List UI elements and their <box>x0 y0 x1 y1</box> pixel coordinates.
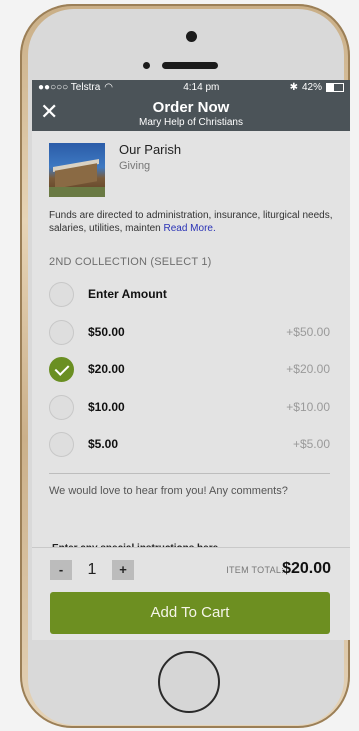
quantity-value: 1 <box>87 561 97 578</box>
app-screen: ●●○○○ Telstra ◠ 4:14 pm ✱ 42% ✕ Order No… <box>32 80 350 640</box>
option-50[interactable]: $50.00 +$50.00 <box>32 314 350 352</box>
option-20[interactable]: $20.00 +$20.00 <box>32 351 350 389</box>
battery-percent: 42% <box>301 81 322 93</box>
add-to-cart-button[interactable]: Add To Cart <box>50 592 330 634</box>
product-image <box>49 143 105 197</box>
option-price: +$50.00 <box>286 324 330 339</box>
bluetooth-icon: ✱ <box>289 81 298 93</box>
front-camera <box>186 31 197 42</box>
option-label: $5.00 <box>88 437 119 451</box>
front-sensor <box>143 62 150 69</box>
close-icon[interactable]: ✕ <box>40 101 58 123</box>
quantity-stepper: - 1 + <box>50 560 134 580</box>
option-label: $10.00 <box>88 399 125 414</box>
radio-button[interactable] <box>49 394 74 420</box>
decrement-button[interactable]: - <box>50 560 72 580</box>
collection-label: 2ND COLLECTION (SELECT 1) <box>49 256 212 268</box>
product-name: Our Parish <box>119 142 182 157</box>
status-bar: ●●○○○ Telstra ◠ 4:14 pm ✱ 42% <box>32 80 350 94</box>
product-category: Giving <box>119 160 151 172</box>
read-more-link[interactable]: Read More. <box>164 223 216 234</box>
home-button[interactable] <box>158 651 220 713</box>
option-price: +$5.00 <box>292 437 330 451</box>
product-description: Funds are directed to administration, in… <box>32 197 350 235</box>
radio-checked-icon[interactable] <box>49 357 74 382</box>
carrier-label: ●●○○○ Telstra <box>38 81 101 93</box>
increment-button[interactable]: + <box>112 560 134 580</box>
radio-button[interactable] <box>49 282 74 307</box>
option-enter-amount[interactable]: Enter Amount <box>32 276 350 314</box>
earpiece <box>162 62 218 69</box>
battery-icon <box>325 82 344 92</box>
option-label: $20.00 <box>88 362 125 376</box>
radio-button[interactable] <box>49 319 74 345</box>
radio-button[interactable] <box>49 432 74 457</box>
order-footer: - 1 + ITEM TOTAL: $20.00 Add To Cart <box>32 547 350 640</box>
collection-options: Enter Amount $50.00 +$50.00 $20.00 +$20.… <box>32 276 350 464</box>
option-price: +$20.00 <box>286 362 330 376</box>
page-subtitle: Mary Help of Christians <box>139 117 243 128</box>
option-10[interactable]: $10.00 +$10.00 <box>32 389 350 427</box>
clock: 4:14 pm <box>183 81 220 93</box>
comments-prompt: We would love to hear from you! Any comm… <box>49 484 288 497</box>
app-header: ✕ Order Now Mary Help of Christians <box>32 94 350 131</box>
option-5[interactable]: $5.00 +$5.00 <box>32 426 350 464</box>
product-summary: Our Parish Giving <box>32 131 350 197</box>
option-price: +$10.00 <box>286 399 330 414</box>
item-total-label: ITEM TOTAL: <box>226 565 284 575</box>
wifi-icon: ◠ <box>104 81 113 93</box>
option-label: Enter Amount <box>88 287 167 301</box>
item-total-value: $20.00 <box>282 560 331 577</box>
option-label: $50.00 <box>88 324 125 339</box>
page-title: Order Now <box>152 99 230 116</box>
